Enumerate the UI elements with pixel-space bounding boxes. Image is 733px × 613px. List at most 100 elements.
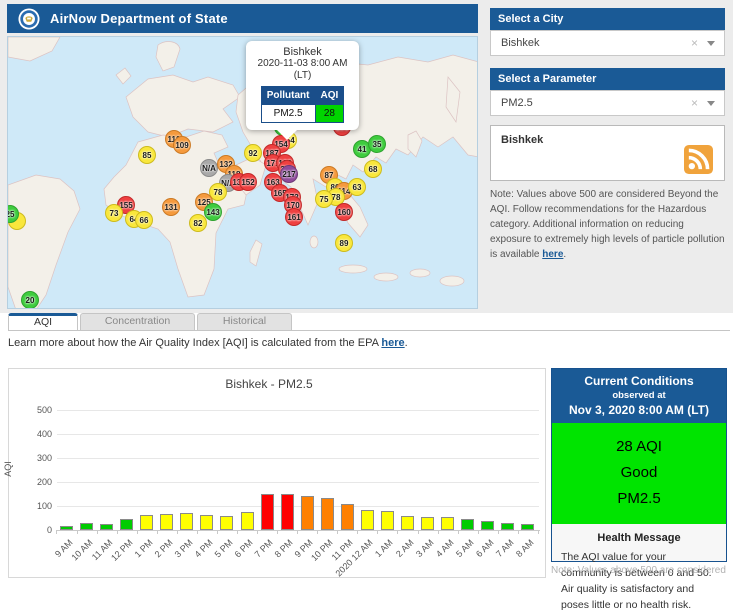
chart-bar[interactable] bbox=[200, 515, 213, 530]
map-marker[interactable]: 109 bbox=[173, 136, 191, 154]
parameter-clear-icon[interactable]: × bbox=[691, 91, 698, 115]
map-marker[interactable]: 89 bbox=[335, 234, 353, 252]
chart-xtick bbox=[197, 530, 198, 534]
map-marker[interactable]: 63 bbox=[348, 178, 366, 196]
city-dropdown[interactable]: Bishkek × bbox=[490, 30, 725, 56]
cc-aqi-category: Good bbox=[552, 460, 726, 486]
tab-bar: AQIConcentrationHistorical bbox=[8, 313, 294, 331]
map-marker[interactable]: 82 bbox=[189, 214, 207, 232]
tooltip-aqi-value: 28 bbox=[315, 105, 344, 123]
chart-bar[interactable] bbox=[120, 519, 133, 530]
chart-bar[interactable] bbox=[160, 514, 173, 530]
chart-bar[interactable] bbox=[501, 523, 514, 530]
tab-concentration[interactable]: Concentration bbox=[80, 313, 195, 330]
rss-icon[interactable] bbox=[684, 145, 713, 174]
tab-historical[interactable]: Historical bbox=[197, 313, 292, 330]
map-marker[interactable]: 152 bbox=[239, 173, 257, 191]
chart-ylabel: AQI bbox=[3, 461, 13, 477]
map-marker[interactable]: 217 bbox=[280, 165, 298, 183]
city-caret-icon[interactable] bbox=[707, 41, 715, 46]
chart-bar[interactable] bbox=[60, 526, 73, 530]
chart-xtick bbox=[337, 530, 338, 534]
chart-bar[interactable] bbox=[100, 524, 113, 530]
aqi-chart-panel: Bishkek - PM2.5 AQI 01002003004005009 AM… bbox=[8, 368, 546, 578]
rss-feed-box: Bishkek bbox=[490, 125, 725, 181]
chart-bar[interactable] bbox=[381, 511, 394, 530]
chart-xtick bbox=[317, 530, 318, 534]
chart-bar[interactable] bbox=[341, 504, 354, 530]
chart-bar[interactable] bbox=[80, 523, 93, 530]
chart-bar[interactable] bbox=[441, 517, 454, 530]
chart-bar[interactable] bbox=[521, 524, 534, 530]
chart-gridline bbox=[57, 434, 539, 435]
map-marker[interactable]: 75 bbox=[315, 190, 333, 208]
chart-bar[interactable] bbox=[180, 513, 193, 530]
chart-xtick bbox=[237, 530, 238, 534]
map-marker[interactable]: 131 bbox=[162, 198, 180, 216]
chart-bar[interactable] bbox=[220, 516, 233, 530]
chart-bar[interactable] bbox=[361, 510, 374, 530]
world-map[interactable]: 8511010992N/A132118N/A132152781251438213… bbox=[7, 36, 478, 309]
sidebar-note: Note: Values above 500 are considered Be… bbox=[490, 187, 727, 262]
chart-xtick-category: 10 AM bbox=[69, 537, 94, 562]
chart-gridline bbox=[57, 410, 539, 411]
chart-bar[interactable] bbox=[241, 512, 254, 530]
chart-xtick-category: 8 PM bbox=[273, 537, 295, 559]
chart-xtick-category: 2 PM bbox=[152, 537, 174, 559]
chart-xtick-category: 7 AM bbox=[494, 537, 516, 559]
chart-bar[interactable] bbox=[461, 519, 474, 530]
chart-bar[interactable] bbox=[401, 516, 414, 530]
chart-xtick bbox=[157, 530, 158, 534]
cc-aqi-value: 28 AQI bbox=[552, 434, 726, 460]
chart-xtick bbox=[177, 530, 178, 534]
chart-bar[interactable] bbox=[261, 494, 274, 530]
map-marker[interactable]: 160 bbox=[335, 203, 353, 221]
map-marker[interactable]: 35 bbox=[368, 135, 386, 153]
chart-xtick-category: 3 PM bbox=[172, 537, 194, 559]
tab-aqi[interactable]: AQI bbox=[8, 313, 78, 330]
dos-seal-icon bbox=[18, 8, 40, 30]
map-marker[interactable]: 20 bbox=[21, 291, 39, 309]
map-marker[interactable]: N/A bbox=[200, 159, 218, 177]
map-marker[interactable]: 143 bbox=[204, 203, 222, 221]
sidebar-note-text: Note: Values above 500 are considered Be… bbox=[490, 189, 725, 260]
parameter-caret-icon[interactable] bbox=[707, 101, 715, 106]
chart-xtick bbox=[438, 530, 439, 534]
chart-bar[interactable] bbox=[281, 494, 294, 530]
map-marker[interactable]: 66 bbox=[135, 211, 153, 229]
sidebar-note-here-link[interactable]: here bbox=[542, 249, 563, 260]
learn-more-here-link[interactable]: here bbox=[381, 337, 404, 349]
chart-bar[interactable] bbox=[301, 496, 314, 530]
chart-bar[interactable] bbox=[421, 517, 434, 530]
chart-xtick-category: 4 AM bbox=[434, 537, 456, 559]
chart-xtick bbox=[97, 530, 98, 534]
map-marker[interactable]: 92 bbox=[244, 144, 262, 162]
chart-xtick bbox=[117, 530, 118, 534]
learn-more-pre: Learn more about how the Air Quality Ind… bbox=[8, 337, 381, 349]
map-marker[interactable]: 85 bbox=[138, 146, 156, 164]
chart-xtick bbox=[418, 530, 419, 534]
tooltip-pointer bbox=[276, 129, 298, 140]
chart-bar[interactable] bbox=[140, 515, 153, 530]
tooltip-city: Bishkek bbox=[246, 46, 359, 58]
cc-subtitle: observed at bbox=[554, 390, 724, 401]
chart-bar[interactable] bbox=[481, 521, 494, 530]
city-clear-icon[interactable]: × bbox=[691, 31, 698, 55]
cc-aqi-block: 28 AQI Good PM2.5 bbox=[552, 423, 726, 524]
tooltip-pollutant-value: PM2.5 bbox=[261, 105, 315, 123]
map-marker[interactable]: 161 bbox=[285, 208, 303, 226]
chart-xtick-category: 1 PM bbox=[132, 537, 154, 559]
parameter-dropdown[interactable]: PM2.5 × bbox=[490, 90, 725, 116]
chart-gridline bbox=[57, 506, 539, 507]
chart-ytick-label: 300 bbox=[22, 453, 52, 463]
chart-bar[interactable] bbox=[321, 498, 334, 530]
chart-xtick bbox=[217, 530, 218, 534]
map-marker[interactable]: 73 bbox=[105, 204, 123, 222]
map-marker[interactable]: 68 bbox=[364, 160, 382, 178]
chart-xtick bbox=[277, 530, 278, 534]
app-header: AirNow Department of State bbox=[7, 4, 478, 33]
chart-xtick bbox=[357, 530, 358, 534]
tooltip-datetime: 2020-11-03 8:00 AM bbox=[246, 58, 359, 70]
chart-xtick bbox=[458, 530, 459, 534]
cc-datetime: Nov 3, 2020 8:00 AM (LT) bbox=[554, 403, 724, 417]
